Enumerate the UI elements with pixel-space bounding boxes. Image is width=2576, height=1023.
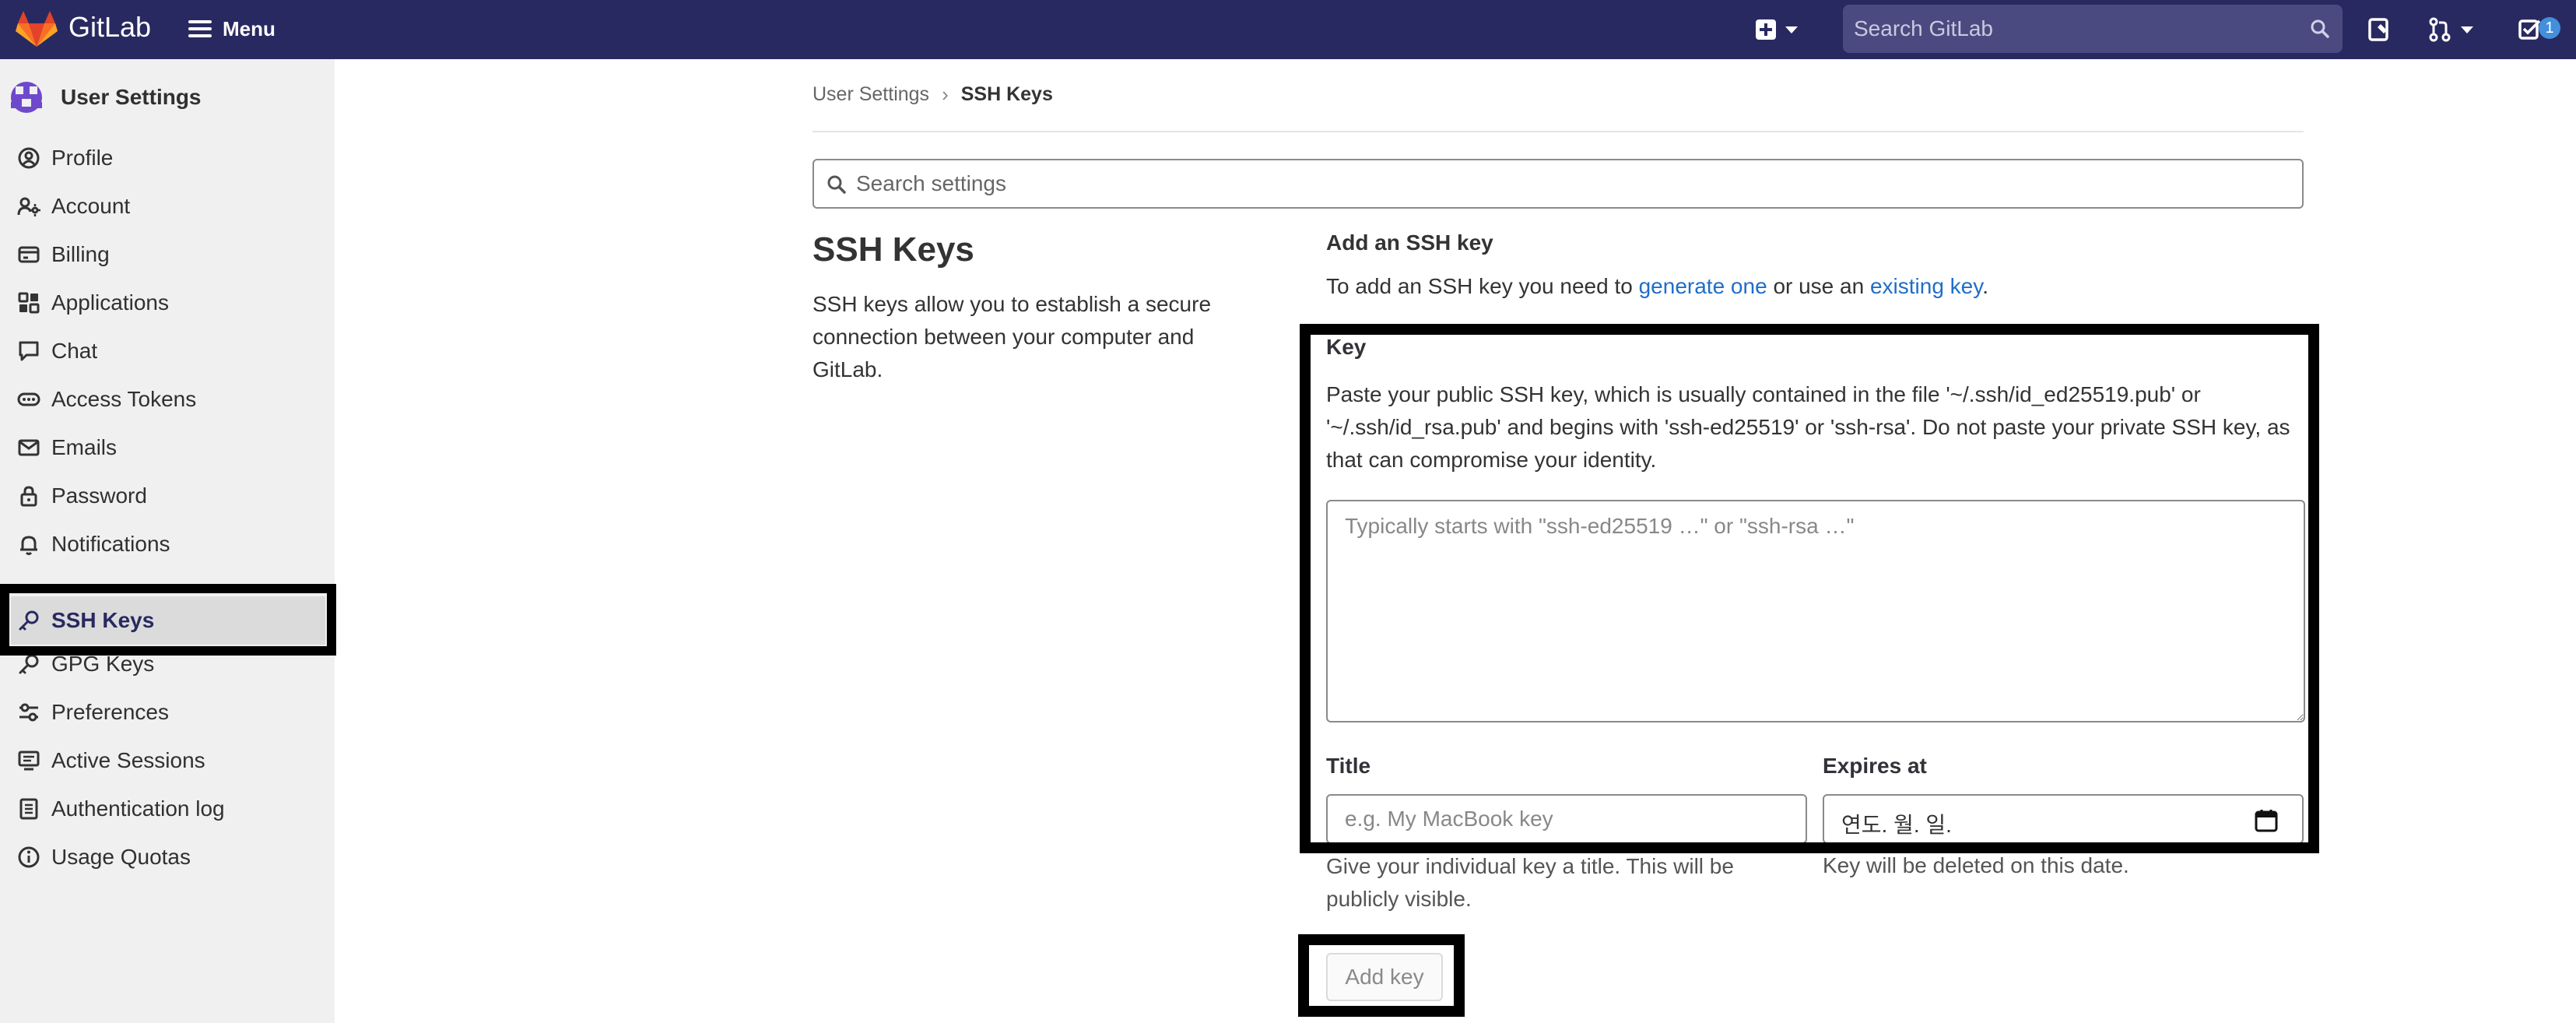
profile-icon xyxy=(18,147,40,169)
intro-text: or use an xyxy=(1773,274,1865,298)
sidebar-item-gpg-keys[interactable]: GPG Keys xyxy=(11,640,325,688)
calendar-icon[interactable] xyxy=(2254,808,2279,833)
existing-key-link[interactable]: existing key xyxy=(1870,274,1982,298)
sidebar-item-label: Chat xyxy=(51,339,98,363)
sidebar-item-applications[interactable]: Applications xyxy=(11,279,325,327)
sidebar-title: User Settings xyxy=(61,85,202,109)
token-icon xyxy=(17,392,40,406)
add-key-button[interactable]: Add key xyxy=(1326,953,1443,1001)
sidebar-item-preferences[interactable]: Preferences xyxy=(11,688,325,736)
add-key-heading: Add an SSH key xyxy=(1326,230,1493,255)
title-label: Title xyxy=(1326,754,1371,778)
sidebar-item-label: Authentication log xyxy=(51,796,225,821)
merge-request-icon xyxy=(2429,17,2451,42)
billing-icon xyxy=(18,246,40,263)
title-input[interactable] xyxy=(1326,794,1807,844)
expires-at-date-input[interactable]: 연도. 월. 일. xyxy=(1823,794,2304,844)
expires-at-label: Expires at xyxy=(1823,754,1927,778)
header-divider xyxy=(812,131,2304,132)
title-help-text: Give your individual key a title. This w… xyxy=(1326,854,1734,911)
sidebar-item-account[interactable]: Account xyxy=(11,182,325,230)
sidebar-item-label: Notifications xyxy=(51,532,170,556)
monitor-icon xyxy=(18,751,40,771)
sidebar-item-label: Profile xyxy=(51,146,114,170)
breadcrumb-user-settings[interactable]: User Settings xyxy=(812,83,929,106)
settings-sidebar: User Settings Profile Account Billing Ap… xyxy=(0,59,335,1023)
merge-requests-button[interactable] xyxy=(2427,14,2473,45)
chevron-down-icon xyxy=(1785,26,1798,33)
bell-icon xyxy=(20,536,37,555)
sidebar-item-label: Account xyxy=(51,194,131,218)
section-title: SSH Keys xyxy=(812,230,974,269)
account-icon xyxy=(17,197,40,216)
sidebar-item-label: Applications xyxy=(51,290,169,315)
sidebar-item-label: Password xyxy=(51,483,147,508)
breadcrumb: User Settings › SSH Keys xyxy=(812,83,1053,107)
sidebar-item-label: SSH Keys xyxy=(51,608,155,632)
section-description: SSH keys allow you to establish a secure… xyxy=(812,292,1212,381)
sidebar-item-usage-quotas[interactable]: Usage Quotas xyxy=(11,833,325,881)
menu-label: Menu xyxy=(223,16,275,40)
todo-count-badge: 1 xyxy=(2539,17,2560,39)
sidebar-item-label: GPG Keys xyxy=(51,652,155,676)
issues-button[interactable] xyxy=(2366,14,2392,45)
gitlab-logo-icon[interactable] xyxy=(16,9,58,48)
global-search[interactable] xyxy=(1843,5,2343,53)
lock-icon xyxy=(20,486,37,507)
sidebar-item-emails[interactable]: Emails xyxy=(11,424,325,472)
issues-icon xyxy=(2368,18,2388,41)
sidebar-item-billing[interactable]: Billing xyxy=(11,230,325,279)
settings-search[interactable] xyxy=(812,159,2304,209)
settings-search-input[interactable] xyxy=(856,160,2288,207)
chat-icon xyxy=(19,341,39,361)
chevron-down-icon xyxy=(2461,26,2473,33)
sidebar-item-active-sessions[interactable]: Active Sessions xyxy=(11,736,325,785)
hamburger-icon xyxy=(188,20,212,37)
plus-square-icon xyxy=(1756,19,1776,40)
menu-button[interactable]: Menu xyxy=(188,11,275,47)
sidebar-item-access-tokens[interactable]: Access Tokens xyxy=(11,375,325,424)
mail-icon xyxy=(18,439,40,456)
search-icon xyxy=(2311,19,2329,38)
sidebar-item-ssh-keys[interactable]: SSH Keys xyxy=(11,596,325,645)
sidebar-item-label: Billing xyxy=(51,242,110,266)
applications-icon xyxy=(18,292,40,314)
chevron-right-icon: › xyxy=(942,83,949,106)
sidebar-item-label: Emails xyxy=(51,435,118,459)
add-key-intro: To add an SSH key you need to generate o… xyxy=(1326,274,1988,299)
sidebar-item-label: Usage Quotas xyxy=(51,845,191,869)
search-icon xyxy=(827,175,846,194)
top-navbar: GitLab Menu Search GitLab 1 xyxy=(0,0,2576,59)
sidebar-item-password[interactable]: Password xyxy=(11,472,325,520)
key-textarea[interactable] xyxy=(1326,500,2305,722)
key-help-text: Paste your public SSH key, which is usua… xyxy=(1326,382,2290,472)
sidebar-item-profile[interactable]: Profile xyxy=(11,134,325,182)
expires-help-text: Key will be deleted on this date. xyxy=(1823,853,2129,877)
key-icon xyxy=(19,654,39,674)
intro-text: To add an SSH key you need to xyxy=(1326,274,1633,298)
preferences-icon xyxy=(19,703,38,722)
key-label: Key xyxy=(1326,335,1367,359)
global-search-input[interactable] xyxy=(1843,5,2343,53)
sidebar-item-label: Active Sessions xyxy=(51,748,205,772)
intro-text: . xyxy=(1982,274,1988,298)
brand-name[interactable]: GitLab xyxy=(68,11,151,44)
sidebar-header[interactable]: User Settings xyxy=(5,70,202,125)
log-icon xyxy=(19,798,38,820)
new-dropdown-button[interactable] xyxy=(1756,14,1810,45)
generate-one-link[interactable]: generate one xyxy=(1639,274,1767,298)
sidebar-item-label: Preferences xyxy=(51,700,169,724)
sidebar-item-notifications[interactable]: Notifications xyxy=(11,520,325,568)
key-icon xyxy=(19,610,39,631)
sidebar-item-authentication-log[interactable]: Authentication log xyxy=(11,785,325,833)
expires-at-value: 연도. 월. 일. xyxy=(1841,813,1952,837)
user-avatar xyxy=(5,76,48,119)
sidebar-item-chat[interactable]: Chat xyxy=(11,327,325,375)
sidebar-item-label: Access Tokens xyxy=(51,387,197,411)
quota-icon xyxy=(18,846,40,868)
breadcrumb-ssh-keys[interactable]: SSH Keys xyxy=(961,83,1053,106)
